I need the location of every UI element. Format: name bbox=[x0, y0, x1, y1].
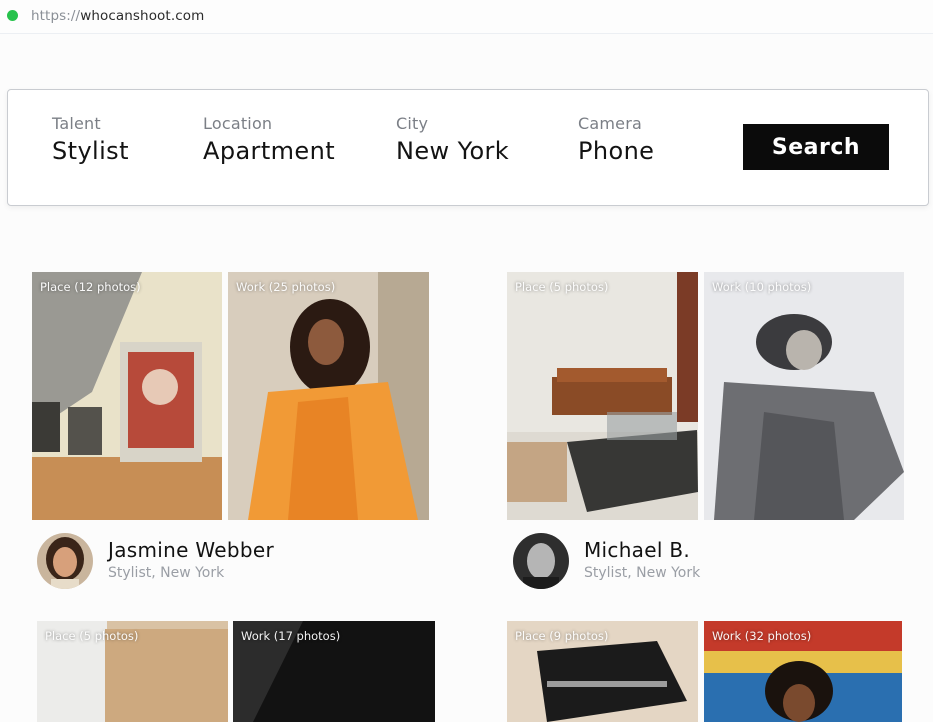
search-panel: Talent Stylist Location Apartment City N… bbox=[7, 89, 929, 206]
url-host: whocanshoot.com bbox=[80, 8, 205, 24]
work-photo-label: Work (32 photos) bbox=[712, 629, 812, 643]
place-photo-label: Place (12 photos) bbox=[40, 280, 141, 294]
place-photo bbox=[507, 272, 698, 520]
avatar-image bbox=[513, 533, 569, 589]
place-photo-label: Place (9 photos) bbox=[515, 629, 609, 643]
work-photo-tile[interactable]: Work (32 photos) bbox=[704, 621, 902, 722]
avatar-image bbox=[37, 533, 93, 589]
profile-role: Stylist, New York bbox=[108, 565, 225, 581]
work-photo-label: Work (10 photos) bbox=[712, 280, 812, 294]
talent-filter-label: Talent bbox=[52, 114, 101, 133]
city-filter-value[interactable]: New York bbox=[396, 137, 509, 165]
work-photo-tile[interactable]: Work (17 photos) bbox=[233, 621, 435, 722]
place-photo-label: Place (5 photos) bbox=[515, 280, 609, 294]
url-scheme: https:// bbox=[31, 8, 81, 24]
url-text[interactable]: https://whocanshoot.com bbox=[31, 8, 204, 24]
work-photo-tile[interactable]: Work (10 photos) bbox=[704, 272, 904, 520]
place-photo-tile[interactable]: Place (5 photos) bbox=[37, 621, 228, 722]
secure-status-icon bbox=[7, 10, 18, 21]
work-photo bbox=[228, 272, 429, 520]
camera-filter-label: Camera bbox=[578, 114, 642, 133]
work-photo-label: Work (17 photos) bbox=[241, 629, 341, 643]
talent-filter-value[interactable]: Stylist bbox=[52, 137, 129, 165]
work-photo bbox=[704, 272, 904, 520]
work-photo-label: Work (25 photos) bbox=[236, 280, 336, 294]
place-photo-tile[interactable]: Place (9 photos) bbox=[507, 621, 698, 722]
profile-name[interactable]: Jasmine Webber bbox=[108, 538, 274, 562]
browser-url-bar[interactable]: https://whocanshoot.com bbox=[0, 0, 933, 34]
camera-filter[interactable]: Camera Phone bbox=[578, 114, 654, 165]
profile-role: Stylist, New York bbox=[584, 565, 701, 581]
place-photo bbox=[32, 272, 222, 520]
work-photo-tile[interactable]: Work (25 photos) bbox=[228, 272, 429, 520]
place-photo-label: Place (5 photos) bbox=[45, 629, 139, 643]
location-filter-value[interactable]: Apartment bbox=[203, 137, 335, 165]
location-filter-label: Location bbox=[203, 114, 273, 133]
camera-filter-value[interactable]: Phone bbox=[578, 137, 654, 165]
place-photo-tile[interactable]: Place (12 photos) bbox=[32, 272, 222, 520]
place-photo-tile[interactable]: Place (5 photos) bbox=[507, 272, 698, 520]
location-filter[interactable]: Location Apartment bbox=[203, 114, 335, 165]
city-filter[interactable]: City New York bbox=[396, 114, 509, 165]
avatar[interactable] bbox=[37, 533, 93, 589]
profile-name[interactable]: Michael B. bbox=[584, 538, 690, 562]
city-filter-label: City bbox=[396, 114, 429, 133]
avatar[interactable] bbox=[513, 533, 569, 589]
talent-filter[interactable]: Talent Stylist bbox=[52, 114, 129, 165]
search-button[interactable]: Search bbox=[743, 124, 889, 170]
